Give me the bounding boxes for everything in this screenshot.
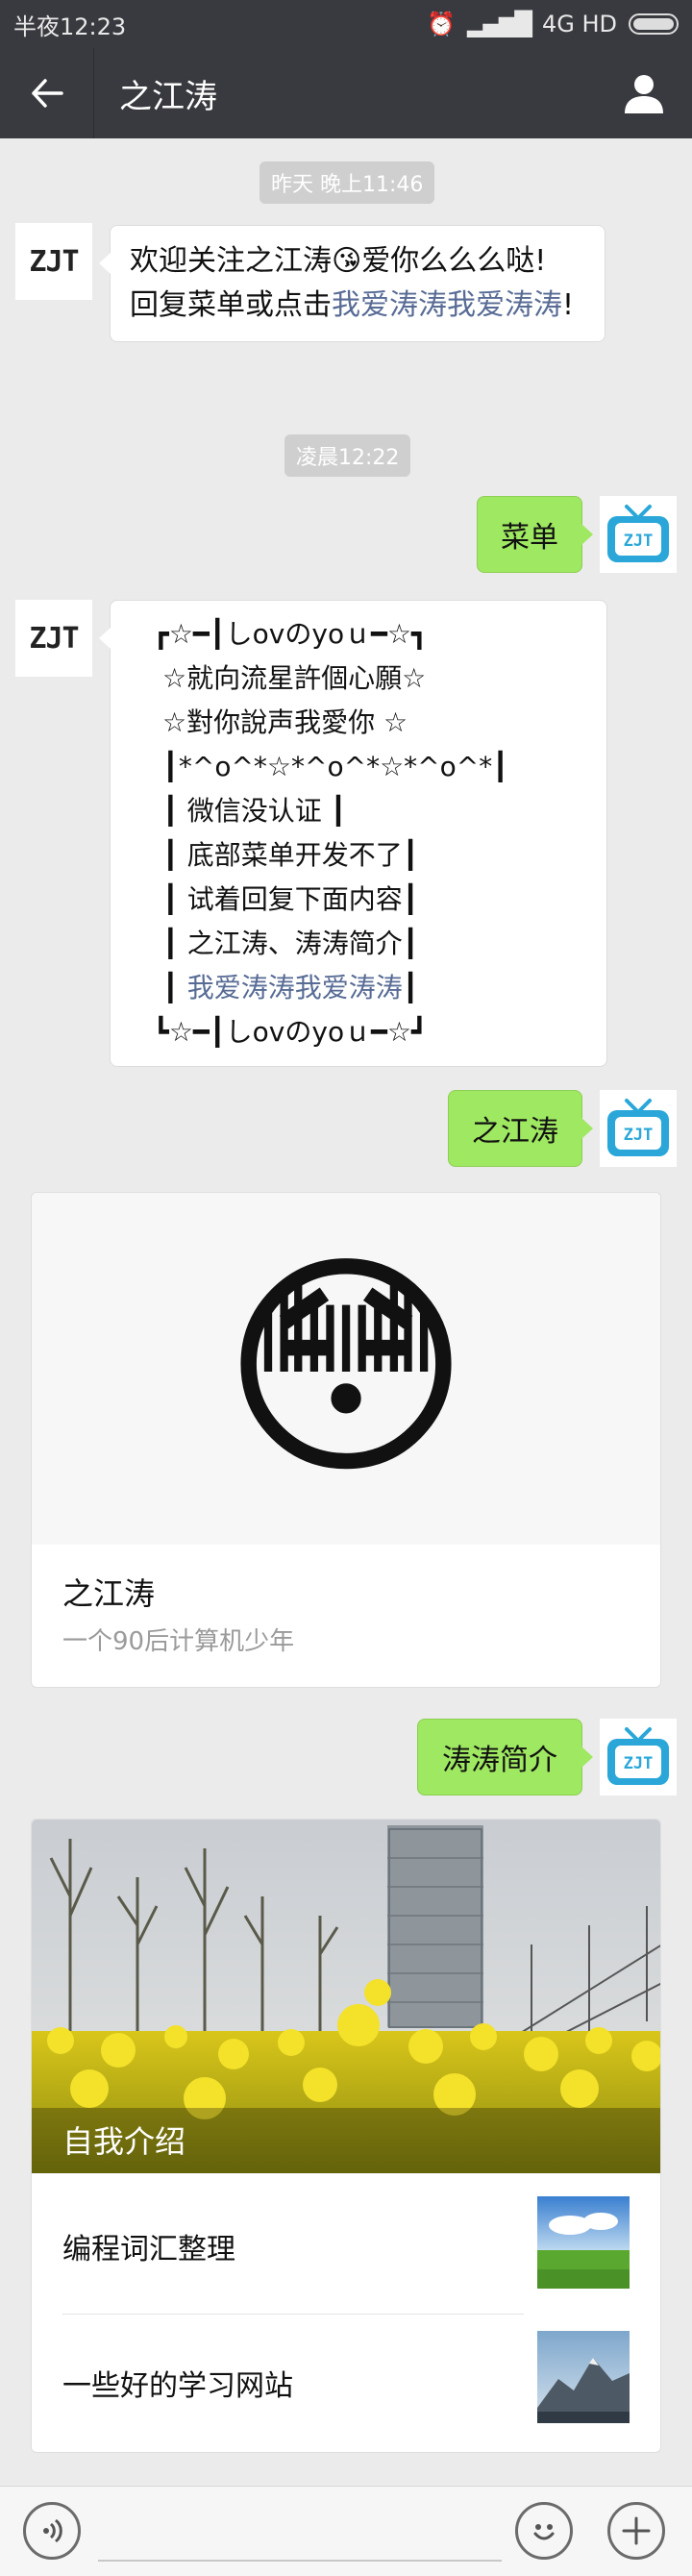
green-field-thumbnail: [537, 2196, 630, 2289]
emoji-button[interactable]: [515, 2502, 573, 2560]
menu-line: ┃*^o^*☆*^o^*☆*^o^*┃: [162, 751, 509, 782]
alarm-icon: ⏰: [427, 11, 457, 37]
message-text: !: [562, 288, 575, 322]
user-message-bubble[interactable]: 菜单: [477, 496, 593, 573]
user-avatar[interactable]: ZJT: [600, 1719, 677, 1796]
kiss-emoji: 😘: [332, 244, 362, 278]
message-text: 之江涛: [472, 1115, 558, 1149]
timestamp: 凌晨12:22: [284, 434, 411, 477]
status-icons: ⏰ ▂▄▆█ 4G HD: [427, 11, 679, 37]
network-label: 4G HD: [541, 11, 617, 37]
user-message-bubble[interactable]: 之江涛: [448, 1090, 593, 1167]
menu-line: ☆就向流星許個心願☆: [162, 662, 427, 694]
menu-line: ┃ 我爱涛涛我爱涛涛┃: [162, 972, 419, 1003]
cover-article-title: 自我介绍: [62, 2123, 186, 2160]
official-avatar[interactable]: ZJT: [15, 600, 92, 677]
official-avatar-logo: ZJT: [29, 244, 79, 279]
voice-button[interactable]: [23, 2502, 81, 2560]
card-subtitle: 一个90后计算机少年: [62, 1627, 295, 1656]
menu-message-bubble[interactable]: ┏☆━┃しovのyoｕ━☆┓ ☆就向流星許個心願☆ ☆對你說声我愛你 ☆ ┃*^…: [99, 600, 607, 1067]
status-bar: 半夜12:23 ⏰ ▂▄▆█ 4G HD: [0, 0, 692, 48]
card-cover: 😳: [32, 1193, 660, 1545]
status-time: 半夜12:23: [13, 12, 127, 40]
timestamp: 昨天 晚上11:46: [260, 161, 435, 204]
battery-icon: [629, 13, 679, 35]
user-avatar[interactable]: ZJT: [600, 1090, 677, 1167]
menu-link[interactable]: 我爱涛涛我爱涛涛: [187, 972, 403, 1003]
menu-line: ┏☆━┃しovのyoｕ━☆┓: [153, 618, 428, 650]
mountain-thumbnail: [537, 2331, 630, 2423]
article-list-item[interactable]: 编程词汇整理: [32, 2173, 660, 2314]
profile-button[interactable]: [596, 48, 692, 138]
message-text: 菜单: [501, 521, 558, 555]
message-text: 欢迎关注之江涛: [130, 244, 332, 278]
multi-article-card: 自我介绍 编程词汇整理 一些好的学习网站: [31, 1819, 661, 2453]
chat-header: 之江涛: [0, 48, 692, 138]
voice-icon: [43, 2518, 62, 2543]
user-message-bubble[interactable]: 涛涛简介: [417, 1719, 593, 1796]
message-text: 涛涛简介: [442, 1744, 557, 1777]
back-button[interactable]: [0, 48, 94, 138]
menu-line: ┃ 试着回复下面内容┃: [162, 883, 419, 915]
chat-title: 之江涛: [119, 77, 217, 116]
tv-icon: ZJT: [607, 1099, 669, 1156]
card-title: 之江涛: [62, 1575, 156, 1612]
cover-article[interactable]: 自我介绍: [32, 1820, 660, 2173]
svg-text:ZJT: ZJT: [624, 1754, 654, 1773]
plus-icon: [622, 2516, 651, 2545]
menu-line: ☆對你說声我愛你 ☆: [162, 706, 408, 738]
article-list-item[interactable]: 一些好的学习网站: [32, 2314, 660, 2452]
tv-icon: ZJT: [607, 505, 669, 562]
menu-line: ┃ 底部菜单开发不了┃: [162, 839, 419, 871]
menu-line: ┗☆━┃しovのyoｕ━☆┛: [153, 1016, 428, 1048]
message-bubble[interactable]: 欢迎关注之江涛😘爱你么么么哒! 回复菜单或点击我爱涛涛我爱涛涛!: [99, 225, 606, 342]
official-avatar[interactable]: ZJT: [15, 223, 92, 300]
menu-line: ┃ 微信没认证 ┃: [162, 795, 347, 827]
more-button[interactable]: [607, 2502, 665, 2560]
user-avatar[interactable]: ZJT: [600, 496, 677, 573]
article-title: 编程词汇整理: [62, 2233, 235, 2266]
message-text: 爱你么么么哒!: [361, 244, 547, 278]
article-card[interactable]: 😳 之江涛 一个90后计算机少年: [31, 1192, 661, 1688]
signal-icon: ▂▄▆█: [467, 11, 532, 37]
svg-text:ZJT: ZJT: [624, 532, 654, 551]
person-icon: [625, 75, 663, 113]
message-input[interactable]: [98, 2560, 502, 2562]
input-toolbar: [0, 2486, 692, 2576]
menu-line: ┃ 之江涛、涛涛简介┃: [162, 928, 419, 959]
article-title: 一些好的学习网站: [62, 2369, 293, 2403]
smiley-icon: [533, 2524, 555, 2540]
back-arrow-icon: [31, 79, 63, 108]
official-avatar-logo: ZJT: [29, 621, 79, 656]
svg-text:ZJT: ZJT: [624, 1126, 654, 1145]
message-text: 回复菜单或点击: [130, 288, 332, 322]
message-link[interactable]: 我爱涛涛我爱涛涛: [332, 288, 562, 322]
tv-icon: ZJT: [607, 1727, 669, 1785]
flushed-emoji-image: 😳: [220, 1228, 472, 1508]
